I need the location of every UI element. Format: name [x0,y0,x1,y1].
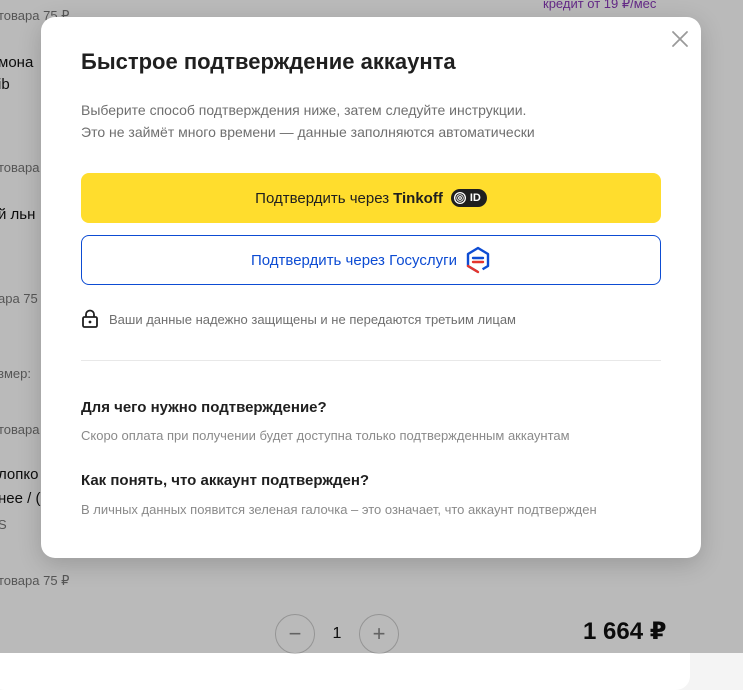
gosuslugi-logo [466,246,490,274]
subtitle-line: Это не займёт много времени — данные зап… [81,124,535,140]
faq-question: Для чего нужно подтверждение? [81,399,327,416]
tinkoff-id-badge: ID [469,192,481,204]
modal-subtitle: Выберите способ подтверждения ниже, зате… [81,99,661,143]
subtitle-line: Выберите способ подтверждения ниже, зате… [81,102,527,118]
gosuslugi-confirm-button[interactable]: Подтвердить через Госуслуги [81,235,661,285]
faq-answer: Скоро оплата при получении будет доступн… [81,428,570,443]
tinkoff-confirm-button[interactable]: Подтвердить через Tinkoff ID [81,173,661,223]
tinkoff-button-brand: Tinkoff [393,189,443,207]
fingerprint-icon [453,192,466,204]
security-note-text: Ваши данные надежно защищены и не переда… [109,311,516,327]
tinkoff-id-logo: ID [450,189,487,207]
security-note: Ваши данные надежно защищены и не переда… [81,309,516,329]
faq-answer: В личных данных появится зеленая галочка… [81,502,597,517]
lock-icon [82,309,98,328]
faq-question: Как понять, что аккаунт подтвержден? [81,472,370,489]
gosuslugi-button-label: Подтвердить через Госуслуги [251,251,457,269]
tinkoff-button-prefix: Подтвердить через [255,189,390,207]
close-icon [672,31,688,47]
modal-title: Быстрое подтверждение аккаунта [81,49,456,74]
divider [81,360,661,361]
close-button[interactable] [670,29,690,49]
verification-modal: Быстрое подтверждение аккаунта Выберите … [41,17,701,558]
